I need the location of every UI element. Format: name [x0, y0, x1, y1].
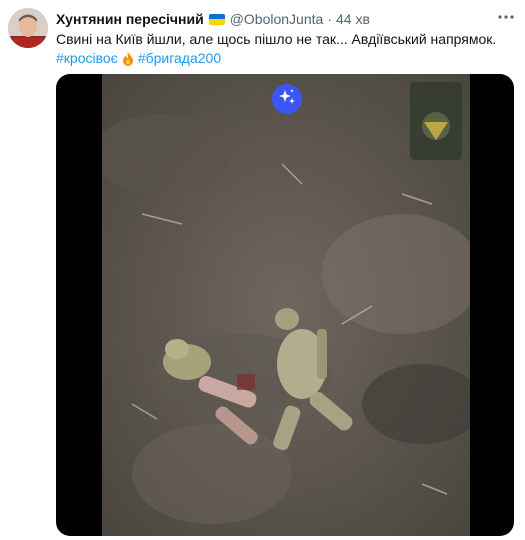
hashtag-krosivoe[interactable]: #кросівоє — [56, 49, 118, 68]
author-name[interactable]: Хунтянин пересічний — [56, 11, 204, 27]
tweet-media-video[interactable] — [56, 74, 514, 536]
separator-dot: · — [327, 11, 332, 27]
hashtag-row: #кросівоє #бригада200 — [56, 49, 221, 68]
video-frame — [102, 74, 470, 536]
sparkle-button[interactable] — [272, 84, 302, 114]
timestamp[interactable]: 44 хв — [336, 11, 370, 27]
tweet-text: Свині на Київ йшли, але щось пішло не та… — [56, 31, 497, 47]
tweet-header: Хунтянин пересічний @ObolonJunta · 44 хв — [56, 9, 370, 29]
author-handle[interactable]: @ObolonJunta — [230, 11, 324, 27]
ukraine-flag-icon — [208, 13, 225, 25]
fire-emoji-icon — [122, 51, 134, 66]
more-options-icon[interactable] — [497, 4, 515, 25]
avatar-image — [8, 8, 48, 48]
hashtag-bryhada200[interactable]: #бригада200 — [138, 49, 221, 68]
avatar[interactable] — [8, 8, 48, 48]
tweet[interactable]: Хунтянин пересічний @ObolonJunta · 44 хв… — [0, 0, 525, 540]
sparkle-icon — [278, 88, 296, 111]
